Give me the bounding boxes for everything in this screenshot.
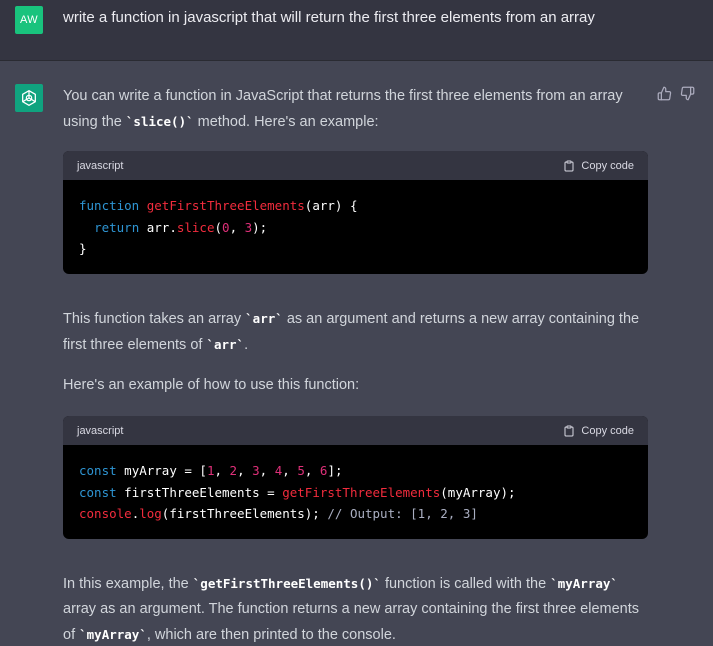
code-token: } xyxy=(79,241,87,256)
copy-code-button[interactable]: Copy code xyxy=(563,425,634,437)
inline-code: `myArray` xyxy=(79,627,147,642)
assistant-paragraph-2: This function takes an array `arr` as an… xyxy=(63,306,653,358)
code-line: } xyxy=(79,238,632,260)
code-token: 2 xyxy=(229,463,238,478)
paragraph-text: This function takes an array xyxy=(63,311,246,327)
code-token: function xyxy=(79,198,140,213)
inline-code: `myArray` xyxy=(550,576,618,591)
code-token: log xyxy=(139,506,162,521)
code-token: ]; xyxy=(327,463,343,478)
copy-code-label: Copy code xyxy=(581,159,634,172)
paragraph-text: In this example, the xyxy=(63,576,193,592)
code-token: (arr) { xyxy=(304,198,358,213)
code-token: , xyxy=(282,463,298,478)
thumbs-up-icon[interactable] xyxy=(657,86,672,106)
clipboard-icon xyxy=(564,425,574,436)
code-token: arr. xyxy=(139,219,177,235)
paragraph-text: function is called with the xyxy=(380,576,551,592)
code-token: , xyxy=(259,463,275,478)
code-token: 0 xyxy=(222,219,230,235)
code-line: return arr.slice(0, 3); xyxy=(79,217,632,239)
paragraph-text: . xyxy=(244,337,249,353)
code-token: , xyxy=(304,463,320,478)
code-line: const firstThreeElements = getFirstThree… xyxy=(79,482,632,504)
code-token: getFirstThreeElements xyxy=(146,198,305,213)
code-token: const xyxy=(79,484,117,500)
code-body: function getFirstThreeElements(arr) { re… xyxy=(63,180,648,274)
code-token: , xyxy=(237,463,253,478)
code-block-2: javascript Copy code const myArray = [1,… xyxy=(63,416,648,539)
code-body: const myArray = [1, 2, 3, 4, 5, 6]; const… xyxy=(63,445,648,539)
code-token: (firstThreeElements); xyxy=(161,506,328,521)
code-token: , xyxy=(214,463,230,478)
code-token: myArray = [ xyxy=(116,463,207,478)
assistant-paragraph-4: In this example, the `getFirstThreeEleme… xyxy=(63,571,653,646)
code-block-header: javascript Copy code xyxy=(63,416,648,445)
code-line: const myArray = [1, 2, 3, 4, 5, 6]; xyxy=(79,460,632,482)
copy-code-button[interactable]: Copy code xyxy=(563,160,634,172)
code-token: // Output: [1, 2, 3] xyxy=(327,506,478,521)
code-language-label: javascript xyxy=(77,424,124,437)
user-message-text: write a function in javascript that will… xyxy=(63,9,595,26)
inline-code: `arr` xyxy=(206,337,245,352)
assistant-paragraph-3: Here's an example of how to use this fun… xyxy=(63,377,360,393)
clipboard-icon xyxy=(564,160,574,171)
code-token: return xyxy=(94,219,140,235)
code-token: (myArray); xyxy=(440,484,516,500)
user-message-row: AW write a function in javascript that w… xyxy=(0,0,713,61)
code-token: slice xyxy=(176,219,215,235)
code-token: console xyxy=(79,506,132,521)
inline-code: `slice()` xyxy=(125,114,194,129)
inline-code: `arr` xyxy=(245,311,283,326)
thumbs-down-icon[interactable] xyxy=(680,86,695,106)
paragraph-text: method. Here's an example: xyxy=(193,114,379,130)
code-token: firstThreeElements = xyxy=(116,484,283,500)
code-block-header: javascript Copy code xyxy=(63,151,648,180)
code-token: , xyxy=(229,219,245,235)
code-token: getFirstThreeElements xyxy=(282,484,441,500)
code-language-label: javascript xyxy=(77,159,124,172)
code-token: 3 xyxy=(252,463,260,478)
assistant-paragraph-1: You can write a function in JavaScript t… xyxy=(63,84,653,135)
copy-code-label: Copy code xyxy=(581,424,634,437)
inline-code: `getFirstThreeElements()` xyxy=(192,576,381,591)
code-token: const xyxy=(79,463,117,478)
feedback-buttons xyxy=(657,86,695,106)
code-line: function getFirstThreeElements(arr) { xyxy=(79,195,632,217)
code-line: console.log(firstThreeElements); // Outp… xyxy=(79,503,632,525)
code-token: 5 xyxy=(297,463,305,478)
paragraph-text: , which are then printed to the console. xyxy=(146,627,396,643)
code-token: ); xyxy=(252,219,268,235)
code-token: ( xyxy=(214,219,223,235)
code-block-1: javascript Copy code function getFirstTh… xyxy=(63,151,648,274)
openai-logo-icon xyxy=(15,84,43,112)
user-avatar: AW xyxy=(15,6,43,34)
